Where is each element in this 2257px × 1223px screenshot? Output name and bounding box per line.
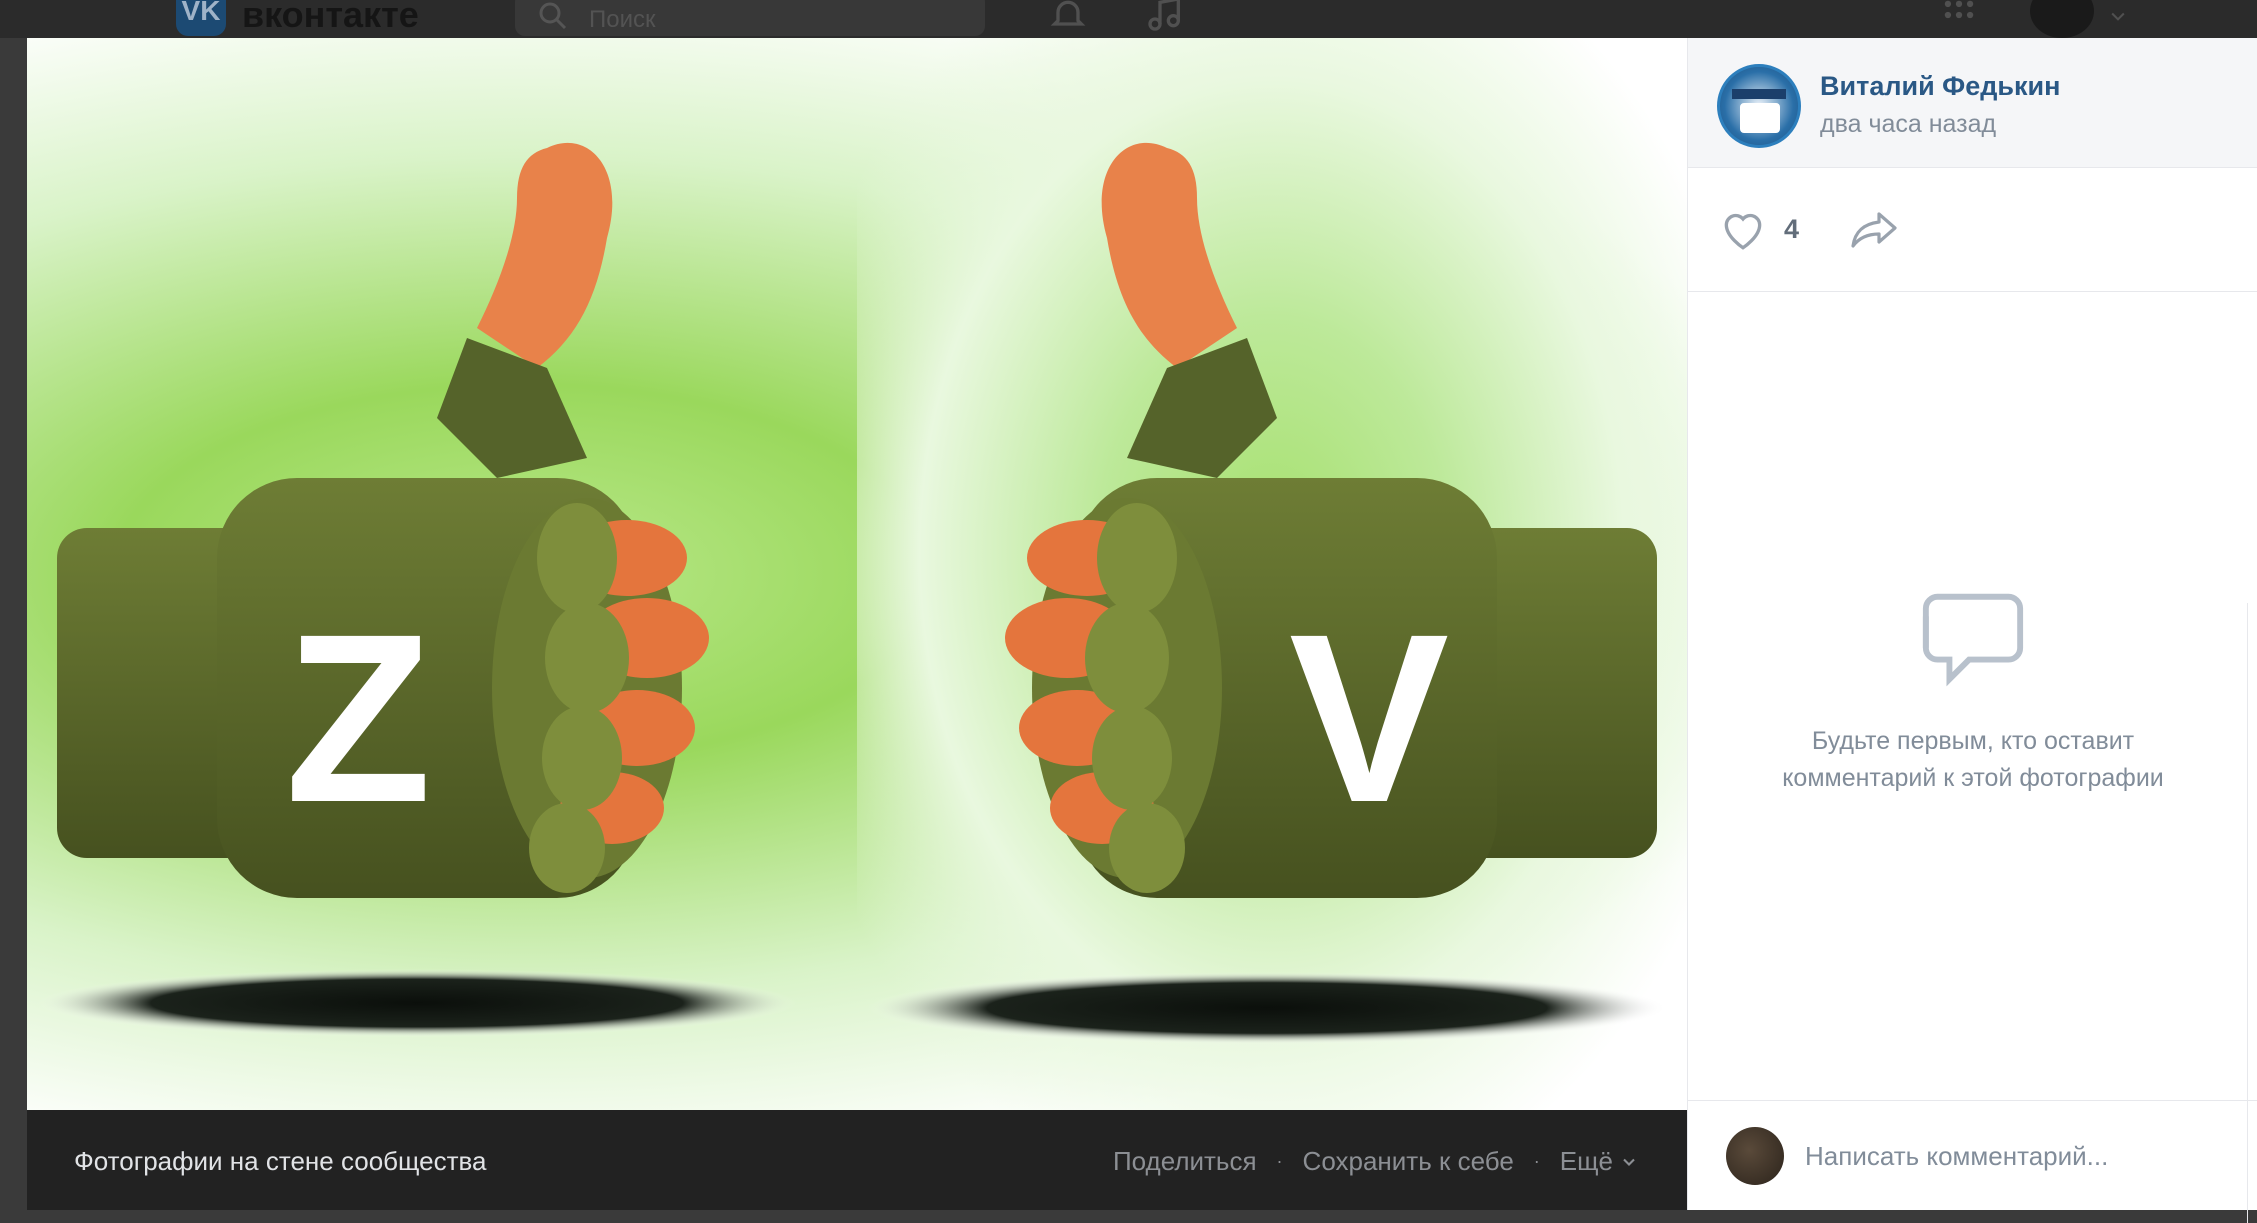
separator-dot: · bbox=[1533, 1151, 1540, 1171]
empty-comments-line-2: комментарий к этой фотографии bbox=[1782, 764, 2164, 792]
share-arrow-icon[interactable] bbox=[1848, 208, 1902, 252]
vk-logo-icon[interactable]: VK bbox=[176, 0, 226, 36]
comment-composer bbox=[1688, 1100, 2257, 1210]
heart-icon bbox=[1724, 213, 1762, 250]
photo-artwork bbox=[37, 142, 1667, 1044]
apps-grid-icon[interactable] bbox=[1940, 0, 1978, 34]
save-link[interactable]: Сохранить к себе bbox=[1303, 1146, 1514, 1177]
photo-actions: Поделиться · Сохранить к себе · Ещё bbox=[1113, 1146, 1639, 1177]
comment-bubble-icon bbox=[1922, 593, 2024, 687]
author-avatar[interactable] bbox=[1717, 64, 1801, 148]
music-icon[interactable] bbox=[1145, 0, 1185, 34]
photo-side-panel: Виталий Федькин два часа назад 4 Будьте … bbox=[1687, 38, 2257, 1223]
comment-input[interactable] bbox=[1805, 1121, 2225, 1191]
photo-letter-right: V bbox=[1289, 584, 1450, 852]
author-header: Виталий Федькин два часа назад bbox=[1688, 38, 2257, 168]
search-icon bbox=[539, 2, 567, 30]
bell-icon[interactable] bbox=[1048, 0, 1088, 34]
empty-comments-text: Будьте первым, кто оставит комментарий к… bbox=[1688, 723, 2257, 797]
post-time[interactable]: два часа назад bbox=[1820, 110, 1996, 139]
reactions-bar: 4 bbox=[1688, 168, 2257, 292]
chevron-down-icon[interactable] bbox=[2108, 6, 2128, 26]
chevron-down-icon bbox=[1623, 1158, 1635, 1166]
separator-dot: · bbox=[1276, 1151, 1283, 1171]
author-name[interactable]: Виталий Федькин bbox=[1820, 71, 2060, 102]
brand-name[interactable]: вконтакте bbox=[242, 0, 419, 36]
photo-caption-bar: Фотографии на стене сообщества Поделитьс… bbox=[27, 1110, 1687, 1210]
user-avatar[interactable] bbox=[2030, 0, 2094, 38]
top-navigation-bar: VK вконтакте Поиск bbox=[0, 0, 2257, 38]
empty-comments-line-1: Будьте первым, кто оставит bbox=[1811, 727, 2135, 755]
photo[interactable]: Z V bbox=[27, 38, 1687, 1110]
left-shadow bbox=[37, 969, 797, 1037]
search-placeholder: Поиск bbox=[589, 6, 656, 33]
photo-viewer-modal: Z V Фотографии на стене сообщества Подел… bbox=[27, 38, 2257, 1223]
photo-letter-left: Z bbox=[285, 584, 432, 852]
like-button[interactable]: 4 bbox=[1718, 206, 1799, 252]
avatar-emblem bbox=[1740, 103, 1780, 133]
search-field[interactable]: Поиск bbox=[515, 0, 985, 36]
more-menu[interactable]: Ещё bbox=[1560, 1146, 1639, 1177]
right-shadow bbox=[867, 972, 1667, 1044]
like-count: 4 bbox=[1784, 213, 1800, 244]
album-title[interactable]: Фотографии на стене сообщества bbox=[74, 1146, 487, 1177]
avatar-emblem-band bbox=[1732, 89, 1786, 99]
current-user-avatar[interactable] bbox=[1726, 1127, 1784, 1185]
empty-comments-state: Будьте первым, кто оставит комментарий к… bbox=[1688, 588, 2257, 792]
share-link[interactable]: Поделиться bbox=[1113, 1146, 1257, 1177]
more-label: Ещё bbox=[1559, 1146, 1613, 1176]
